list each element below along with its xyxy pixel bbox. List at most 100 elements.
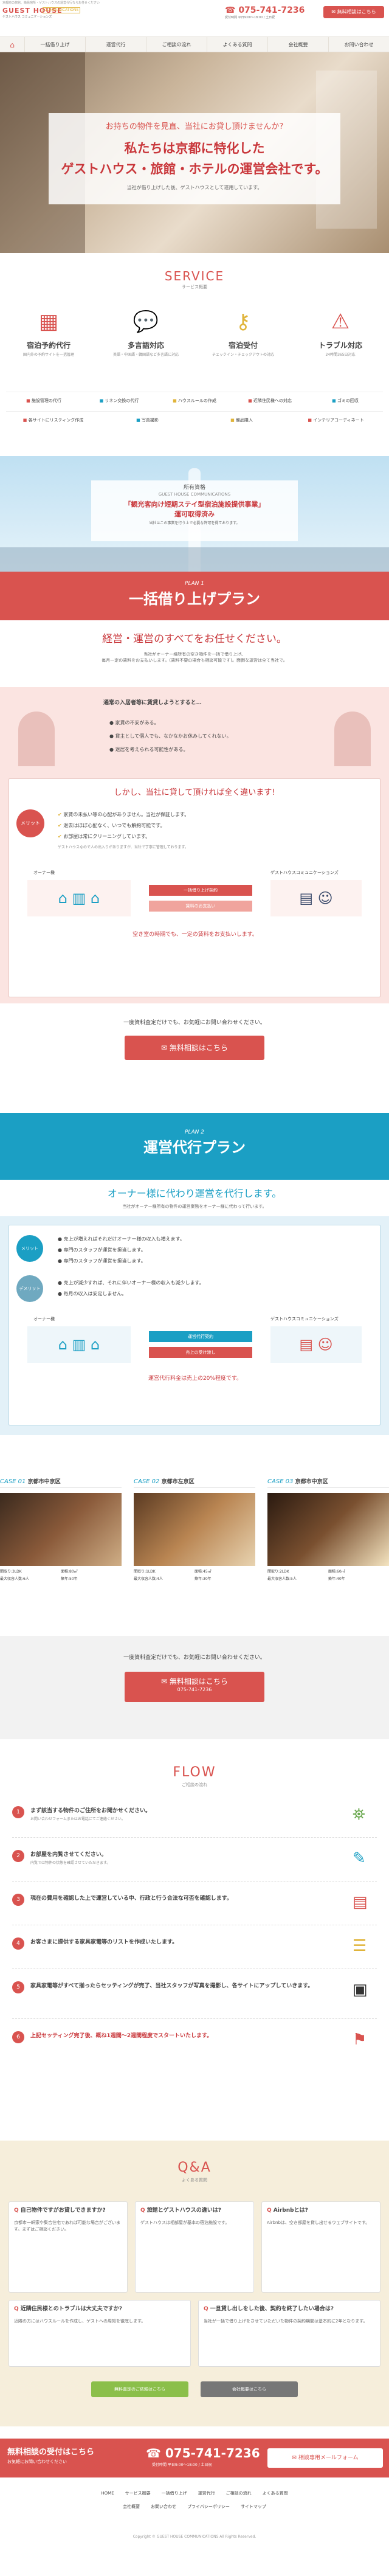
plan1-worries: 通常の入居者等に賃貸しようとすると… ● 家賃の不安がある。 ● 貸主として個人… bbox=[0, 687, 389, 784]
footer-link[interactable]: ご相談の流れ bbox=[226, 2491, 252, 2497]
license-label: 所有資格 bbox=[183, 485, 205, 491]
case-label: CASE 01 bbox=[0, 1478, 26, 1485]
faq-item[interactable]: Q 近隣住民様とのトラブルは大丈夫ですか? 近隣の方にはハウスルールを作成し、ゲ… bbox=[9, 2300, 191, 2367]
nav-item-company[interactable]: 会社概要 bbox=[267, 37, 328, 52]
hero-text-panel: お持ちの物件を見直、当社にお貸し頂けませんか? 私たちは京都に特化した ゲストハ… bbox=[49, 113, 340, 204]
speech-bubble-icon: 💬 bbox=[133, 310, 159, 334]
plan1-desc1: 当社がオーナー様所有の空き物件を一括で借り上げ、 bbox=[143, 651, 246, 657]
merit-note: ゲストハウスなので人の出入りがありますが、当社で丁寧に管理しております。 bbox=[58, 845, 188, 850]
plan2-card: メリット ● 売上が増えればそれだけオーナー様の収入も増えます。 ● 専門のスタ… bbox=[9, 1225, 380, 1425]
worried-person-image bbox=[18, 712, 55, 766]
owner-building-icons: ⌂ ▥ ⌂ bbox=[27, 1326, 131, 1363]
service-row1: ■ 施設管理の代行 ■ リネン交換の代行 ■ ハウスルールの作成 ■ 近隣住民様… bbox=[6, 392, 383, 404]
cta-button[interactable]: ✉ 無料相談はこちら 075-741-7236 bbox=[125, 1671, 264, 1702]
service-item: ⚷ 宿泊受付 チェックイン・チェックアウトの対応 bbox=[194, 308, 292, 358]
case-card[interactable]: CASE 01 京都市中京区 間取り:3LDK 面積:80㎡ 最大収容人数:6人 築年… bbox=[0, 1478, 122, 1582]
merit-list: ✔ 家賃の未払い等の心配がありません。当社が保証します。 ✔ 退去はほぼ心配なく… bbox=[58, 809, 189, 853]
plan1-header: PLAN 1 一括借り上げプラン bbox=[0, 572, 389, 620]
license-note: 当社はこの事業を行う上で必要な許可を得ております。 bbox=[149, 521, 240, 526]
nav-item-plan1[interactable]: 一括借り上げ bbox=[24, 37, 85, 52]
footer-link[interactable]: お問い合わせ bbox=[151, 2504, 176, 2510]
faq-item[interactable]: Q Airbnbとは? Airbnbは、空き部屋を貸し出せるウェブサイトです。 bbox=[261, 2201, 380, 2293]
plan1-label: PLAN 1 bbox=[185, 581, 204, 587]
flow-step: 3 現在の費用を確認した上で運営している中、行政と行う合法な可否を確認します。 … bbox=[12, 1888, 377, 1925]
list-item: ● 専門のスタッフが運営を担当します。 bbox=[58, 1258, 146, 1264]
header-phone[interactable]: ☎ 075-741-7236 bbox=[225, 5, 305, 17]
question-icon: Q bbox=[204, 2306, 210, 2312]
footer-phone[interactable]: ☎ 075-741-7236 bbox=[146, 2445, 260, 2462]
footer-link[interactable]: サイトマップ bbox=[241, 2504, 266, 2510]
cases-section: CASE 01 京都市中京区 間取り:3LDK 面積:80㎡ 最大収容人数:6人 築年… bbox=[0, 1478, 389, 1630]
worried-person-image bbox=[334, 712, 371, 766]
plan1-desc2: 毎月一定の賃料をお支払いします。(賃料不要の場合も相談可能です)。面倒な運営は全… bbox=[102, 657, 287, 663]
worry-list: ● 家賃の不安がある。 ● 貸主として個人でも、なかなかお休みしてくれない。 ●… bbox=[109, 716, 232, 757]
footer-link[interactable]: 一括借り上げ bbox=[162, 2491, 187, 2497]
footer-links-row1: HOME サービス概要 一括借り上げ 運営代行 ご相談の流れ よくある質問 bbox=[0, 2491, 389, 2497]
sofa-icon: ■ bbox=[308, 418, 314, 423]
plan2-result: 運営代行料金は売上の20%程度です。 bbox=[148, 1376, 243, 1382]
logo-sub: COMMUNICATIONS bbox=[43, 7, 81, 14]
global-nav: ⌂ 一括借り上げ 運営代行 ご相談の流れ よくある質問 会社概要 お問い合わせ bbox=[0, 36, 389, 52]
owner-label: オーナー様 bbox=[33, 870, 55, 875]
hero-line1: お持ちの物件を見直、当社にお貸し頂けませんか? bbox=[105, 122, 284, 131]
nav-item-contact[interactable]: お問い合わせ bbox=[328, 37, 389, 52]
footer-link[interactable]: サービス概要 bbox=[125, 2491, 151, 2497]
nav-item-plan2[interactable]: 運営代行 bbox=[85, 37, 146, 52]
mail-icon: ✉ bbox=[331, 9, 337, 15]
footer-link[interactable]: プライバシーポリシー bbox=[187, 2504, 230, 2510]
nav-item-qa[interactable]: よくある質問 bbox=[207, 37, 267, 52]
footer-link[interactable]: 運営代行 bbox=[198, 2491, 215, 2497]
footer-contact-title: 無料相談の受付はこちら bbox=[7, 2448, 95, 2457]
case-card[interactable]: CASE 02 京都市左京区 間取り:1LDK 面積:45㎡ 最大収容人数:4人 築年… bbox=[134, 1478, 255, 1582]
header-tagline: 京都府の旅館、簡易宿所・ゲストハウスの運営代行ならお任せください bbox=[2, 1, 100, 5]
plan1-lead: 経営・運営のすべてをお任せください。 bbox=[102, 633, 287, 645]
qa-section: Q&A よくある質問 Q 自己物件ですがお貸しできますか? 京都市一軒家や集合住… bbox=[0, 2141, 389, 2426]
footer-link[interactable]: よくある質問 bbox=[263, 2491, 288, 2497]
copyright: Copyright © GUEST HOUSE COMMUNICATIONS A… bbox=[133, 2534, 256, 2539]
checklist-icon: ☰ bbox=[353, 1937, 367, 1955]
cart-icon: ■ bbox=[230, 418, 236, 423]
flow-step: 2 お部屋を内覧させてください。 内覧では物件の状態を確認させていただきます。 … bbox=[12, 1844, 377, 1882]
company-info-button[interactable]: 会社概要はこちら bbox=[201, 2381, 298, 2397]
warning-icon: ⚠ bbox=[331, 310, 350, 334]
mail-icon: ✉ bbox=[161, 1043, 170, 1052]
list-item: ✔ 家賃の未払い等の心配がありません。当社が保証します。 bbox=[58, 812, 190, 817]
calendar-icon: ▦ bbox=[38, 310, 59, 334]
merit-badge: メリット bbox=[16, 809, 44, 837]
footer-link[interactable]: HOME bbox=[101, 2491, 114, 2497]
footer-mail-button[interactable]: ✉ 相談専用メールフォーム bbox=[267, 2448, 383, 2468]
step-number: 2 bbox=[12, 1850, 24, 1862]
service-item: ⚠ トラブル対応 24時間365日対応 bbox=[292, 308, 389, 358]
list-item: ● 売上が増えればそれだけオーナー様の収入も増えます。 bbox=[58, 1236, 185, 1242]
plan1-title: 一括借り上げプラン bbox=[129, 590, 260, 608]
flow-step: 1 まず該当する物件のご住所をお聞かせください。 お問い合わせフォームまたはお電… bbox=[12, 1800, 377, 1838]
plan1-intro: 経営・運営のすべてをお任せください。 当社がオーナー様所有の空き物件を一括で借り… bbox=[0, 626, 389, 681]
license-panel: 所有資格 GUEST HOUSE COMMUNICATIONS 「観光客向け短期… bbox=[91, 480, 298, 541]
license-section: 所有資格 GUEST HOUSE COMMUNICATIONS 「観光客向け短期… bbox=[0, 456, 389, 572]
check-icon: ✔ bbox=[58, 812, 64, 817]
faq-item[interactable]: Q 一旦貸し出しをした後、契約を終了したい場合は? 当社が一括で借り上げをさせて… bbox=[198, 2300, 380, 2367]
footer-link[interactable]: 会社概要 bbox=[123, 2504, 140, 2510]
faq-item[interactable]: Q 自己物件ですがお貸しできますか? 京都市一軒家や集合住宅であれば可能な場合が… bbox=[9, 2201, 128, 2293]
tools-icon: ✎ bbox=[353, 1849, 366, 1868]
plan1-cta: 一度資料査定だけでも、お気軽にお問い合わせください。 ✉ 無料相談はこちら bbox=[0, 1009, 389, 1082]
mail-icon: ✉ bbox=[161, 1677, 170, 1686]
plan1-solution: しかし、当社に貸して頂ければ全く違います! メリット ✔ 家賃の未払い等の心配が… bbox=[0, 778, 389, 1003]
free-estimate-button[interactable]: 無料査定のご依頼はこちら bbox=[91, 2381, 188, 2397]
step-number: 5 bbox=[12, 1981, 24, 1993]
case-card[interactable]: CASE 03 京都市中京区 間取り:2LDK 面積:60㎡ 最大収容人数:5人 築年… bbox=[267, 1478, 389, 1582]
logo-jp: ゲストハウス コミュニケーションズ bbox=[2, 15, 52, 19]
license-line1: 「観光客向け短期ステイ型宿泊施設提供事業」 bbox=[124, 500, 265, 509]
case-photo bbox=[134, 1493, 255, 1566]
list-item: ● 専門のスタッフが運営を担当します。 bbox=[58, 1247, 146, 1253]
merit-list: ● 売上が増えればそれだけオーナー様の収入も増えます。 ● 専門のスタッフが運営… bbox=[58, 1234, 185, 1267]
home-icon[interactable]: ⌂ bbox=[0, 37, 24, 52]
plan1-cta-button[interactable]: ✉ 無料相談はこちら bbox=[125, 1035, 264, 1060]
plan2-body: メリット ● 売上が増えればそれだけオーナー様の収入も増えます。 ● 専門のスタ… bbox=[0, 1216, 389, 1435]
header-contact-button[interactable]: ✉ 無料相談はこちら bbox=[323, 6, 384, 18]
faq-item[interactable]: Q 旅館とゲストハウスの違いは? ゲストハウスは相部屋が基本の宿泊施設です。 bbox=[135, 2201, 254, 2293]
flow-subtitle: ご相談の流れ bbox=[182, 1782, 207, 1787]
step-number: 4 bbox=[12, 1937, 24, 1950]
nav-item-flow[interactable]: ご相談の流れ bbox=[146, 37, 207, 52]
building-icon: ■ bbox=[26, 398, 32, 403]
